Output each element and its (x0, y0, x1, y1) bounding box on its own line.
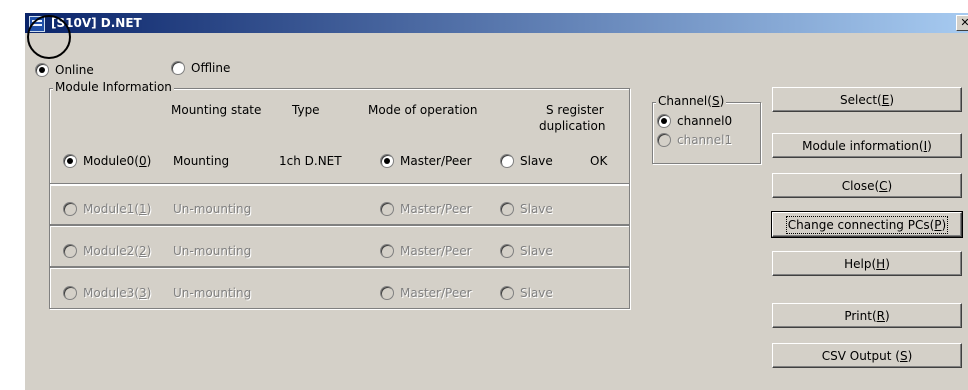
module1-master-radio[interactable]: Master/Peer (380, 201, 472, 217)
module2-radio-dot (63, 244, 77, 258)
header-mode-of-operation: Mode of operation (368, 103, 478, 117)
module2-slave-label: Slave (520, 244, 553, 258)
module3-slave-radio[interactable]: Slave (500, 285, 553, 301)
module3-master-radio[interactable]: Master/Peer (380, 285, 472, 301)
module3-label: Module3 (83, 286, 135, 300)
module2-radio[interactable]: Module2(2) (63, 243, 151, 259)
module3-master-label: Master/Peer (400, 286, 472, 300)
module0-master-label: Master/Peer (400, 154, 472, 168)
help-button[interactable]: Help(H) (772, 251, 962, 276)
module0-slave-radio[interactable]: Slave (500, 153, 553, 169)
annotation-circle (27, 15, 71, 59)
module0-label: Module0 (83, 154, 135, 168)
channel0-radio[interactable]: channel0 (657, 113, 732, 129)
channel1-label: channel1 (677, 133, 733, 147)
select-button[interactable]: Select(E) (772, 87, 962, 112)
module2-master-radio[interactable]: Master/Peer (380, 243, 472, 259)
online-radio-dot (35, 63, 49, 77)
module2-master-label: Master/Peer (400, 244, 472, 258)
module2-slave-dot (500, 244, 514, 258)
module3-radio[interactable]: Module3(3) (63, 285, 151, 301)
module0-radio[interactable]: Module0(0) (63, 153, 151, 169)
module-information-group (49, 88, 630, 185)
channel1-radio-dot (657, 133, 671, 147)
module1-state: Un-mounting (173, 202, 252, 216)
header-duplication: duplication (539, 119, 606, 133)
module3-slave-label: Slave (520, 286, 553, 300)
change-connecting-pcs-button[interactable]: Change connecting PCs(P) (771, 211, 963, 238)
module0-type: 1ch D.NET (279, 154, 342, 168)
header-s-register: S register (546, 103, 604, 117)
offline-radio-dot (171, 61, 185, 75)
module1-slave-radio[interactable]: Slave (500, 201, 553, 217)
module0-slave-dot (500, 154, 514, 168)
module1-radio[interactable]: Module1(1) (63, 201, 151, 217)
offline-radio[interactable]: Offline (171, 60, 230, 76)
channel0-label: channel0 (677, 114, 733, 128)
module3-radio-dot (63, 286, 77, 300)
channel0-radio-dot (657, 114, 671, 128)
module1-master-dot (380, 202, 394, 216)
dnet-dialog-window: [S10V] D.NET ✕ Online Offline Module Inf… (25, 13, 968, 390)
module0-duplication: OK (590, 154, 608, 168)
module2-master-dot (380, 244, 394, 258)
online-label: Online (55, 63, 94, 77)
header-mounting-state: Mounting state (171, 103, 262, 117)
module0-master-dot (380, 154, 394, 168)
module0-slave-label: Slave (520, 154, 553, 168)
module1-slave-dot (500, 202, 514, 216)
print-button[interactable]: Print(R) (772, 303, 962, 328)
title-bar[interactable]: [S10V] D.NET ✕ (25, 13, 968, 33)
online-radio[interactable]: Online (35, 62, 94, 78)
module2-label: Module2 (83, 244, 135, 258)
channel1-radio[interactable]: channel1 (657, 132, 732, 148)
close-button[interactable]: Close(C) (772, 173, 962, 198)
module1-radio-dot (63, 202, 77, 216)
offline-label: Offline (191, 61, 231, 75)
channel-group-label: Channel(S) (656, 94, 727, 108)
close-icon[interactable]: ✕ (956, 15, 968, 31)
header-type: Type (292, 103, 320, 117)
module3-slave-dot (500, 286, 514, 300)
module1-master-label: Master/Peer (400, 202, 472, 216)
module0-radio-dot (63, 154, 77, 168)
module1-label: Module1 (83, 202, 135, 216)
csv-output-button[interactable]: CSV Output (S) (772, 343, 962, 368)
module2-state: Un-mounting (173, 244, 252, 258)
module-information-button[interactable]: Module information(I) (772, 133, 962, 158)
module2-slave-radio[interactable]: Slave (500, 243, 553, 259)
module3-master-dot (380, 286, 394, 300)
module3-state: Un-mounting (173, 286, 252, 300)
module0-state: Mounting (173, 154, 230, 168)
module1-slave-label: Slave (520, 202, 553, 216)
module-information-label: Module Information (53, 80, 174, 94)
module0-master-radio[interactable]: Master/Peer (380, 153, 472, 169)
